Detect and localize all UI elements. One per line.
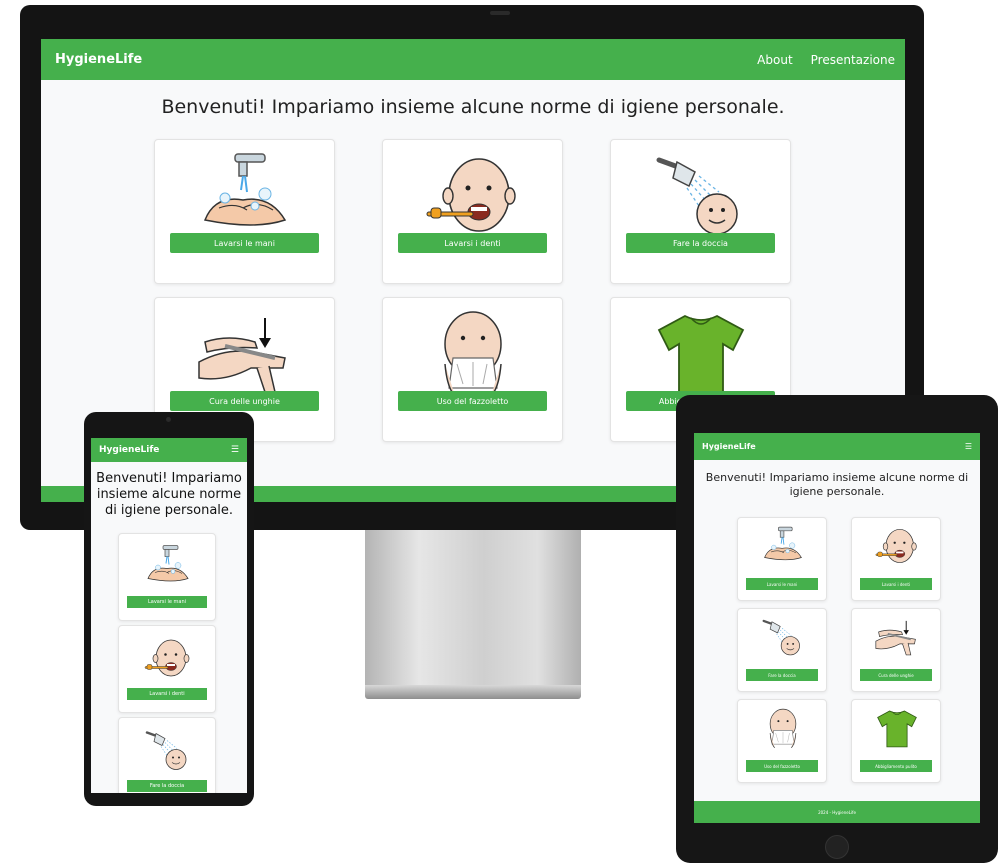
home-button[interactable] bbox=[825, 835, 849, 859]
navbar: HygieneLife ☰ bbox=[91, 438, 247, 462]
tissue-icon bbox=[423, 308, 523, 398]
card-button[interactable]: Lavarsi i denti bbox=[398, 233, 547, 253]
hand-washing-icon bbox=[195, 150, 295, 240]
page-title: Benvenuti! Impariamo insieme alcune norm… bbox=[96, 471, 242, 518]
brand-logo[interactable]: HygieneLife bbox=[702, 442, 756, 451]
footer: 2024 - HygieneLife bbox=[694, 801, 980, 823]
tooth-brushing-icon bbox=[423, 150, 523, 240]
card-lavarsi-i-denti: Lavarsi i denti bbox=[382, 139, 563, 284]
tshirt-icon bbox=[874, 706, 920, 750]
hamburger-icon[interactable]: ☰ bbox=[965, 442, 972, 451]
tshirt-icon bbox=[651, 308, 751, 398]
card-lavarsi-i-denti: Lavarsi i denti bbox=[851, 517, 941, 601]
brand-logo[interactable]: HygieneLife bbox=[55, 52, 142, 67]
card-lavarsi-le-mani: Lavarsi le mani bbox=[737, 517, 827, 601]
page-title: Benvenuti! Impariamo insieme alcune norm… bbox=[161, 96, 785, 118]
card-button[interactable]: Lavarsi i denti bbox=[127, 688, 207, 700]
brand-logo[interactable]: HygieneLife bbox=[99, 445, 159, 455]
page-title: Benvenuti! Impariamo insieme alcune norm… bbox=[705, 471, 969, 498]
nav-links: About Presentazione bbox=[757, 53, 895, 67]
card-button[interactable]: Fare la doccia bbox=[626, 233, 775, 253]
card-cura-delle-unghie: Cura delle unghie bbox=[851, 608, 941, 692]
navbar: HygieneLife ☰ bbox=[694, 433, 980, 460]
card-button[interactable]: Lavarsi le mani bbox=[170, 233, 319, 253]
tissue-icon bbox=[760, 706, 806, 750]
navbar: HygieneLife About Presentazione bbox=[41, 39, 905, 80]
card-fare-la-doccia: Fare la doccia bbox=[737, 608, 827, 692]
card-button[interactable]: Cura delle unghie bbox=[860, 669, 932, 681]
nav-link-presentazione[interactable]: Presentazione bbox=[811, 53, 895, 67]
card-button[interactable]: Fare la doccia bbox=[127, 780, 207, 792]
card-uso-del-fazzoletto: Uso del fazzoletto bbox=[382, 297, 563, 442]
card-button[interactable]: Lavarsi le mani bbox=[127, 596, 207, 608]
card-lavarsi-le-mani: Lavarsi le mani bbox=[154, 139, 335, 284]
card-button[interactable]: Lavarsi le mani bbox=[746, 578, 818, 590]
card-lavarsi-le-mani: Lavarsi le mani bbox=[118, 533, 216, 621]
card-grid: Lavarsi le mani Lavarsi i denti Fare la … bbox=[737, 517, 941, 783]
card-fare-la-doccia: Fare la doccia bbox=[610, 139, 791, 284]
shower-icon bbox=[143, 726, 193, 774]
tablet-screen: HygieneLife ☰ Benvenuti! Impariamo insie… bbox=[694, 433, 980, 823]
hand-washing-icon bbox=[760, 524, 806, 568]
camera-icon bbox=[166, 417, 171, 422]
nail-clipper-icon bbox=[874, 615, 920, 659]
nail-clipper-icon bbox=[195, 308, 295, 398]
tooth-brushing-icon bbox=[874, 524, 920, 568]
hand-washing-icon bbox=[143, 542, 193, 590]
card-button[interactable]: Abbigliamento pulito bbox=[860, 760, 932, 772]
card-button[interactable]: Fare la doccia bbox=[746, 669, 818, 681]
tooth-brushing-icon bbox=[143, 634, 193, 682]
hamburger-icon[interactable]: ☰ bbox=[231, 445, 239, 455]
card-list: Lavarsi le mani Lavarsi i denti Fare la … bbox=[118, 533, 216, 793]
card-fare-la-doccia: Fare la doccia bbox=[118, 717, 216, 793]
card-button[interactable]: Uso del fazzoletto bbox=[746, 760, 818, 772]
card-button[interactable]: Lavarsi i denti bbox=[860, 578, 932, 590]
monitor-stand-base bbox=[365, 685, 581, 699]
card-abbigliamento-pulito: Abbigliamento pulito bbox=[851, 699, 941, 783]
phone-screen: HygieneLife ☰ Benvenuti! Impariamo insie… bbox=[91, 438, 247, 793]
shower-icon bbox=[760, 615, 806, 659]
nav-link-about[interactable]: About bbox=[757, 53, 792, 67]
card-button[interactable]: Uso del fazzoletto bbox=[398, 391, 547, 411]
card-button[interactable]: Cura delle unghie bbox=[170, 391, 319, 411]
mobile-phone: HygieneLife ☰ Benvenuti! Impariamo insie… bbox=[84, 412, 254, 806]
card-uso-del-fazzoletto: Uso del fazzoletto bbox=[737, 699, 827, 783]
camera-icon bbox=[490, 11, 510, 15]
card-lavarsi-i-denti: Lavarsi i denti bbox=[118, 625, 216, 713]
monitor-stand bbox=[365, 530, 581, 685]
shower-icon bbox=[651, 150, 751, 240]
tablet: HygieneLife ☰ Benvenuti! Impariamo insie… bbox=[676, 395, 998, 863]
